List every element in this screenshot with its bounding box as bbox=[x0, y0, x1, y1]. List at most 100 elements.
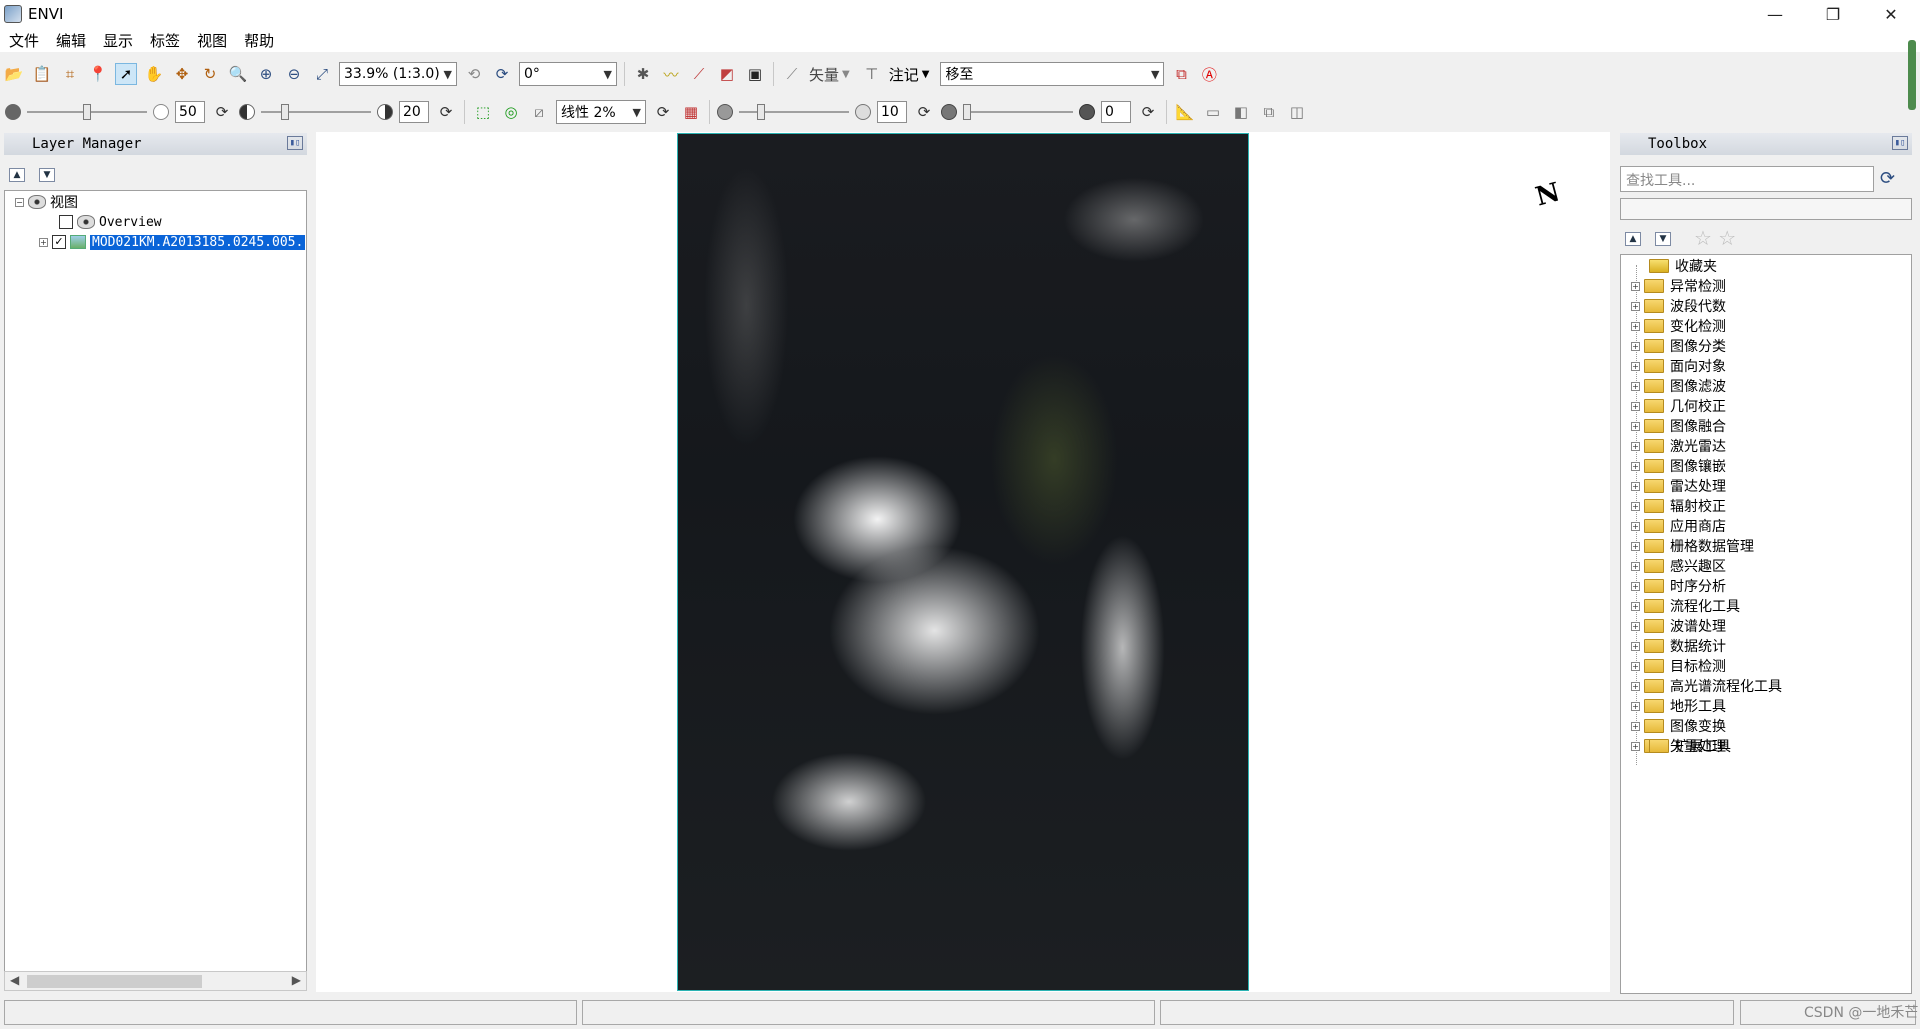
expand-icon[interactable]: + bbox=[39, 237, 48, 247]
rotate-icon[interactable]: ↻ bbox=[199, 63, 221, 85]
expand-icon[interactable]: + bbox=[1631, 701, 1640, 711]
expand-icon[interactable]: + bbox=[1631, 401, 1640, 411]
view-swipe-icon[interactable]: ◫ bbox=[1286, 101, 1308, 123]
expand-icon[interactable]: + bbox=[1631, 741, 1640, 751]
toolbox-favorites[interactable]: 收藏夹 bbox=[1649, 257, 1717, 275]
data-manager-icon[interactable]: 📋 bbox=[31, 63, 53, 85]
center-icon[interactable]: ◎ bbox=[500, 101, 522, 123]
overview-checkbox[interactable] bbox=[59, 215, 73, 229]
fly-icon[interactable]: ✥ bbox=[171, 63, 193, 85]
crop-icon[interactable]: ⌗ bbox=[59, 63, 81, 85]
toolbox-folder[interactable]: + 目标检测 bbox=[1631, 657, 1726, 675]
reset-icon[interactable]: ⟳ bbox=[652, 101, 674, 123]
adobe-icon[interactable]: Ⓐ bbox=[1198, 63, 1220, 85]
scroll-thumb[interactable] bbox=[27, 975, 202, 988]
full-extent-icon[interactable]: ⬚ bbox=[472, 101, 494, 123]
toolbox-folder[interactable]: + 栅格数据管理 bbox=[1631, 537, 1754, 555]
reset-icon[interactable]: ⟳ bbox=[913, 101, 935, 123]
crosshair-icon[interactable]: ✱ bbox=[632, 63, 654, 85]
toolbox-folder[interactable]: + 波谱处理 bbox=[1631, 617, 1726, 635]
toolbox-folder[interactable]: + 面向对象 bbox=[1631, 357, 1726, 375]
toolbox-folder[interactable]: + 流程化工具 bbox=[1631, 597, 1740, 615]
select-icon[interactable]: ➚ bbox=[115, 63, 137, 85]
vector-icon[interactable]: ⟋ bbox=[781, 63, 803, 85]
expand-icon[interactable]: + bbox=[1631, 441, 1640, 451]
zoom-in-icon[interactable]: ⊕ bbox=[255, 63, 277, 85]
vector-menu[interactable]: 矢量 bbox=[809, 64, 839, 85]
transparency-input[interactable]: 0 bbox=[1101, 101, 1131, 123]
expand-icon[interactable]: + bbox=[1631, 601, 1640, 611]
toolbox-folder[interactable]: + 图像融合 bbox=[1631, 417, 1726, 435]
expand-icon[interactable]: + bbox=[1631, 541, 1640, 551]
expand-icon[interactable]: + bbox=[1631, 321, 1640, 331]
toolbox-folder[interactable]: + 图像分类 bbox=[1631, 337, 1726, 355]
stretch-combo[interactable]: 线性 2% ▼ bbox=[556, 100, 646, 124]
sharpen-slider[interactable] bbox=[739, 101, 849, 123]
pin-icon[interactable]: ▮▯ bbox=[1892, 136, 1908, 150]
refresh-icon[interactable]: ⟳ bbox=[1880, 168, 1895, 189]
minimize-button[interactable]: — bbox=[1746, 0, 1804, 28]
brightness-input[interactable]: 50 bbox=[175, 101, 205, 123]
tree-view-root[interactable]: − 视图 bbox=[15, 193, 78, 211]
brightness-slider[interactable] bbox=[27, 101, 147, 123]
expand-icon[interactable]: + bbox=[1631, 341, 1640, 351]
collapse-icon[interactable]: − bbox=[15, 197, 24, 207]
annotation-icon[interactable]: ⊤ bbox=[861, 63, 883, 85]
rotation-combo[interactable]: 0° ▼ bbox=[519, 62, 617, 86]
window-vscrollbar[interactable] bbox=[1906, 40, 1918, 114]
modis-image[interactable] bbox=[677, 133, 1249, 991]
scroll-thumb[interactable] bbox=[1908, 40, 1916, 110]
toolbox-folder[interactable]: + 异常检测 bbox=[1631, 277, 1726, 295]
zoom-combo[interactable]: 33.9% (1:3.0) ▼ bbox=[339, 62, 457, 86]
layer-tree-hscrollbar[interactable]: ◀ ▶ bbox=[4, 971, 307, 991]
chart-icon[interactable]: ⟋ bbox=[688, 63, 710, 85]
tree-layer[interactable]: + ✓ MOD021KM.A2013185.0245.005. bbox=[39, 233, 306, 251]
toolbox-folder[interactable]: + 几何校正 bbox=[1631, 397, 1726, 415]
toolbox-folder[interactable]: + 波段代数 bbox=[1631, 297, 1726, 315]
toolbox-folder[interactable]: + 变化检测 bbox=[1631, 317, 1726, 335]
color-table-icon[interactable]: ▦ bbox=[680, 101, 702, 123]
toolbox-folder[interactable]: + 图像镶嵌 bbox=[1631, 457, 1726, 475]
numeric-icon[interactable]: ▣ bbox=[744, 63, 766, 85]
expand-icon[interactable]: + bbox=[1631, 641, 1640, 651]
expand-icon[interactable]: + bbox=[1631, 581, 1640, 591]
roi-icon[interactable]: ◩ bbox=[716, 63, 738, 85]
expand-icon[interactable]: + bbox=[1631, 681, 1640, 691]
scroll-left-icon[interactable]: ◀ bbox=[10, 973, 19, 987]
remove-favorite-icon[interactable]: ☆ bbox=[1718, 226, 1736, 250]
toolbox-folder[interactable]: + 应用商店 bbox=[1631, 517, 1726, 535]
scroll-right-icon[interactable]: ▶ bbox=[292, 973, 301, 987]
view-single-icon[interactable]: ▭ bbox=[1202, 101, 1224, 123]
layer-checkbox[interactable]: ✓ bbox=[52, 235, 66, 249]
pan-icon[interactable]: ✋ bbox=[143, 63, 165, 85]
add-favorite-icon[interactable]: ☆ bbox=[1694, 226, 1712, 250]
toolbox-folder[interactable]: + 图像滤波 bbox=[1631, 377, 1726, 395]
goto-combo[interactable]: 移至 ▼ bbox=[940, 62, 1165, 86]
toolbox-folder[interactable]: + 高光谱流程化工具 bbox=[1631, 677, 1782, 695]
toolbox-folder[interactable]: + 数据统计 bbox=[1631, 637, 1726, 655]
cursor-location-icon[interactable]: 📍 bbox=[87, 63, 109, 85]
expand-up-icon[interactable]: ▲ bbox=[9, 168, 25, 182]
reset-icon[interactable]: ⟳ bbox=[1137, 101, 1159, 123]
rotate-right-icon[interactable]: ⟳ bbox=[491, 63, 513, 85]
toolbox-search-input[interactable]: 查找工具... bbox=[1620, 166, 1874, 192]
pin-icon[interactable]: ▮▯ bbox=[287, 136, 303, 150]
expand-icon[interactable]: + bbox=[1631, 361, 1640, 371]
annotation-menu[interactable]: 注记 bbox=[889, 64, 919, 85]
toolbox-folder[interactable]: + 感兴趣区 bbox=[1631, 557, 1726, 575]
measure-icon[interactable]: 📐 bbox=[1174, 101, 1196, 123]
spectral-profile-icon[interactable]: 〰 bbox=[660, 63, 682, 85]
toolbox-folder[interactable]: + 图像变换 bbox=[1631, 717, 1726, 735]
zoom-full-icon[interactable]: ⤢ bbox=[311, 63, 333, 85]
portal-icon[interactable]: ⧉ bbox=[1170, 63, 1192, 85]
expand-up-icon[interactable]: ▲ bbox=[1625, 232, 1641, 246]
view-blend-icon[interactable]: ◧ bbox=[1230, 101, 1252, 123]
expand-icon[interactable]: + bbox=[1631, 721, 1640, 731]
expand-icon[interactable]: + bbox=[1631, 661, 1640, 671]
menu-label[interactable]: 标签 bbox=[145, 30, 192, 51]
toolbox-folder[interactable]: + 时序分析 bbox=[1631, 577, 1726, 595]
expand-icon[interactable]: + bbox=[1631, 501, 1640, 511]
reset-icon[interactable]: ⟳ bbox=[211, 101, 233, 123]
menu-view[interactable]: 视图 bbox=[192, 30, 239, 51]
stretch-icon[interactable]: ⧄ bbox=[528, 101, 550, 123]
